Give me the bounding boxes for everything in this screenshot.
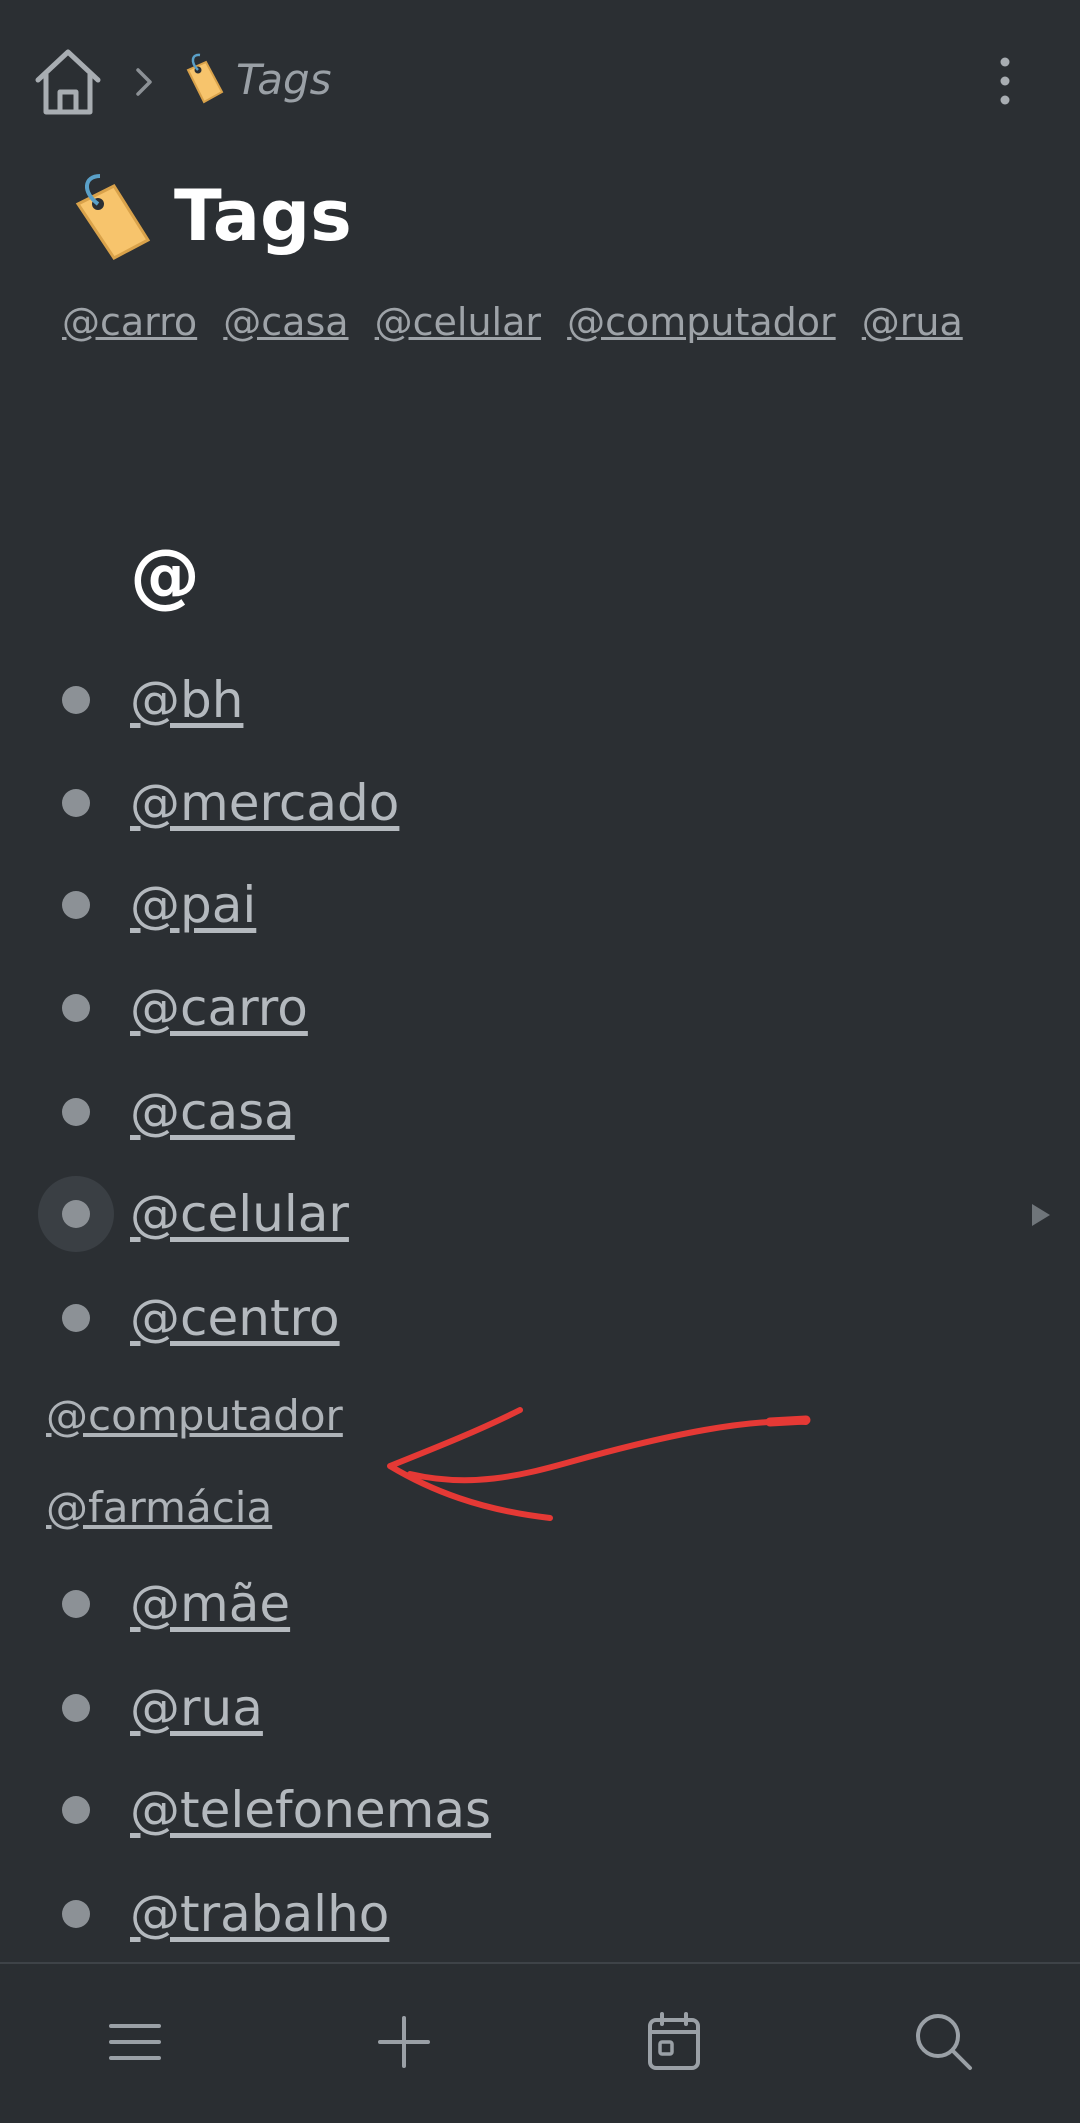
tag-link[interactable]: @computador (567, 300, 836, 344)
home-icon[interactable] (30, 44, 106, 120)
bottom-nav-bar (0, 1962, 1080, 2123)
tag-link[interactable]: @celular (375, 300, 541, 344)
list-item-label[interactable]: @carro (130, 974, 308, 1042)
list-item[interactable]: @mercado (0, 755, 1080, 851)
tag-links-row: @carro @casa @celular @computador @rua (62, 300, 977, 344)
list-item-label[interactable]: @bh (130, 666, 243, 734)
list-item-active[interactable]: @celular (0, 1166, 1080, 1262)
list-item[interactable]: @bh (0, 652, 1080, 748)
bullet-icon[interactable] (62, 1796, 90, 1824)
tag-link[interactable]: @rua (862, 300, 963, 344)
section-heading: @ (130, 534, 200, 616)
list-item[interactable]: @telefonemas (0, 1762, 1080, 1858)
list-item-label[interactable]: @mercado (130, 769, 399, 837)
list-item-label[interactable]: @pai (130, 871, 256, 939)
list-item-label[interactable]: @trabalho (130, 1880, 389, 1948)
bullet-icon[interactable] (62, 686, 90, 714)
bullet-icon[interactable] (62, 1200, 90, 1228)
bullet-icon[interactable] (62, 891, 90, 919)
list-item-label[interactable]: @centro (130, 1284, 340, 1352)
loose-tag-link[interactable]: @farmácia (46, 1480, 272, 1536)
search-icon[interactable] (904, 2002, 984, 2082)
list-item-label[interactable]: @telefonemas (130, 1776, 491, 1844)
tag-link[interactable]: @casa (223, 300, 348, 344)
bullet-icon[interactable] (62, 994, 90, 1022)
calendar-icon[interactable] (634, 2002, 714, 2082)
bullet-icon[interactable] (62, 1900, 90, 1928)
plus-icon[interactable] (364, 2002, 444, 2082)
bullet-icon[interactable] (62, 1694, 90, 1722)
list-item-label[interactable]: @celular (130, 1180, 349, 1248)
list-item-label[interactable]: @rua (130, 1674, 263, 1742)
list-item[interactable]: @carro (0, 960, 1080, 1056)
chevron-right-icon (136, 68, 152, 96)
triangle-right-icon[interactable] (1030, 1202, 1052, 1228)
page-title: Tags (174, 175, 352, 257)
tag-emoji-icon (186, 53, 224, 104)
top-bar: Tags (0, 0, 1080, 160)
annotation-arrow (387, 1407, 811, 1521)
list-item[interactable]: @centro (0, 1270, 1080, 1366)
loose-tag-link[interactable]: @computador (46, 1388, 343, 1444)
list-item-label[interactable]: @mãe (130, 1570, 290, 1638)
bullet-icon[interactable] (62, 1590, 90, 1618)
list-item[interactable]: @casa (0, 1064, 1080, 1160)
bullet-icon[interactable] (62, 1304, 90, 1332)
tag-emoji-icon (75, 174, 151, 260)
more-vertical-icon[interactable] (990, 54, 1020, 108)
list-item[interactable]: @rua (0, 1660, 1080, 1756)
bullet-icon[interactable] (62, 789, 90, 817)
menu-icon[interactable] (95, 2002, 175, 2082)
tag-link[interactable]: @carro (62, 300, 197, 344)
list-item-label[interactable]: @casa (130, 1078, 295, 1146)
list-item[interactable]: @mãe (0, 1556, 1080, 1652)
bullet-icon[interactable] (62, 1098, 90, 1126)
list-item[interactable]: @pai (0, 857, 1080, 953)
breadcrumb-current[interactable]: Tags (236, 50, 332, 110)
list-item[interactable]: @trabalho (0, 1866, 1080, 1962)
